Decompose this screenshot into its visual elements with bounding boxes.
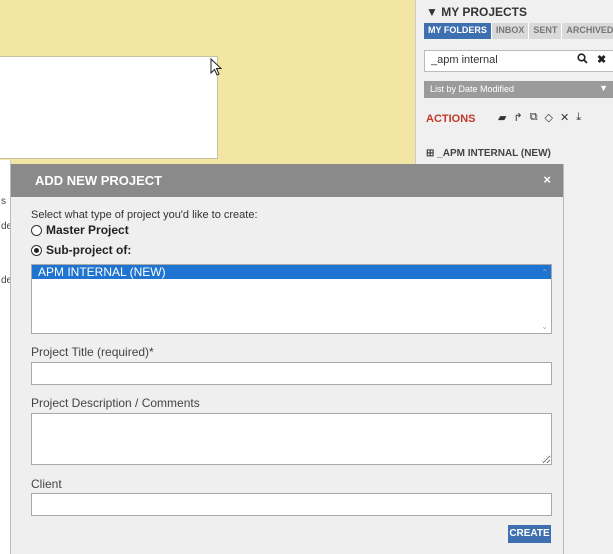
parent-project-list[interactable]: APM INTERNAL (NEW) ⌃ ⌄ <box>31 264 552 334</box>
mouse-cursor-icon <box>210 58 223 76</box>
tab-inbox[interactable]: INBOX <box>491 23 530 39</box>
clear-search-icon[interactable]: ✖ <box>597 53 606 66</box>
dialog-title: ADD NEW PROJECT <box>35 173 163 188</box>
background-text-area <box>0 56 218 159</box>
resize-handle-icon[interactable]: ⋰ <box>541 455 548 463</box>
edge-text: s <box>1 196 6 207</box>
delete-icon[interactable]: ✕ <box>560 111 569 124</box>
search-icon[interactable] <box>577 53 588 67</box>
client-field[interactable] <box>31 493 552 516</box>
project-title-input[interactable] <box>32 363 551 384</box>
new-folder-icon[interactable]: ▰ <box>498 111 506 124</box>
project-type-prompt: Select what type of project you'd like t… <box>31 209 258 221</box>
tab-archived[interactable]: ARCHIVED <box>562 23 613 39</box>
projects-panel-heading[interactable]: ▼ MY PROJECTS <box>426 5 527 19</box>
tab-sent[interactable]: SENT <box>529 23 563 39</box>
project-description-textarea[interactable] <box>32 414 551 464</box>
client-label: Client <box>31 477 62 491</box>
scroll-down-icon[interactable]: ⌄ <box>541 322 548 331</box>
create-button[interactable]: CREATE <box>508 525 551 543</box>
sub-project-option[interactable]: Sub-project of: <box>31 243 131 257</box>
actions-toolbar: ▰ ↱ ⧉ ◇ ✕ ⤓ <box>498 111 581 124</box>
sub-project-label: Sub-project of: <box>46 243 132 257</box>
master-project-label: Master Project <box>46 223 129 237</box>
dialog-header: ADD NEW PROJECT × <box>11 164 563 197</box>
project-search-box: ✖ <box>424 50 613 72</box>
close-icon[interactable]: × <box>543 172 551 187</box>
project-description-field[interactable]: ⋰ <box>31 413 552 465</box>
client-input[interactable] <box>32 494 551 515</box>
add-project-dialog: ADD NEW PROJECT × Select what type of pr… <box>10 164 564 554</box>
project-description-label: Project Description / Comments <box>31 396 200 410</box>
project-tree-item[interactable]: ⊞ _APM INTERNAL (NEW) <box>426 148 551 159</box>
copy-icon[interactable]: ⧉ <box>530 111 538 124</box>
master-project-radio[interactable] <box>31 224 42 236</box>
sort-dropdown-label: List by Date Modified <box>430 84 515 94</box>
project-title-label: Project Title (required)* <box>31 345 154 359</box>
list-item[interactable]: APM INTERNAL (NEW) <box>32 265 551 279</box>
sort-dropdown[interactable]: List by Date Modified ▼ <box>424 81 613 98</box>
tab-my-folders[interactable]: MY FOLDERS <box>424 23 492 39</box>
download-icon[interactable]: ⤓ <box>576 111 581 124</box>
folder-tabs: MY FOLDERS INBOX SENT ARCHIVED <box>424 23 613 39</box>
sub-project-radio[interactable] <box>31 244 42 256</box>
share-icon[interactable]: ↱ <box>513 111 522 124</box>
scroll-up-icon[interactable]: ⌃ <box>541 268 548 277</box>
project-title-field[interactable] <box>31 362 552 385</box>
actions-label: ACTIONS <box>426 113 476 125</box>
master-project-option[interactable]: Master Project <box>31 223 129 237</box>
project-search-input[interactable] <box>425 51 561 69</box>
package-icon[interactable]: ◇ <box>545 111 553 124</box>
chevron-down-icon: ▼ <box>599 83 608 93</box>
